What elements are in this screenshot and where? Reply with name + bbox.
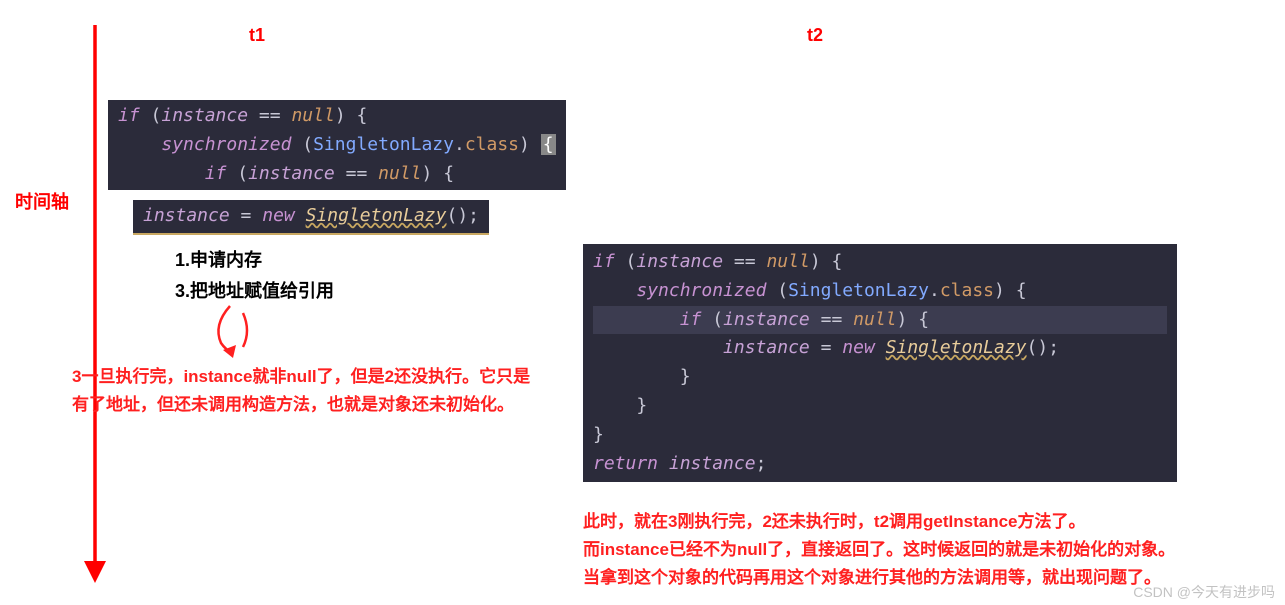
t2-label: t2: [807, 25, 823, 46]
execution-steps: 1.申请内存 3.把地址赋值给引用: [175, 245, 334, 306]
curved-arrow-icon: [195, 303, 265, 363]
code-block-t1-assign: instance = new SingletonLazy();: [133, 200, 489, 235]
step-3: 3.把地址赋值给引用: [175, 276, 334, 307]
step-1: 1.申请内存: [175, 245, 334, 276]
code-block-t2: if (instance == null) { synchronized (Si…: [583, 244, 1177, 482]
time-axis-label: 时间轴: [15, 188, 69, 214]
time-axis-arrow: [80, 25, 110, 585]
watermark: CSDN @今天有进步吗: [1133, 582, 1275, 602]
t1-label: t1: [249, 25, 265, 46]
note-t2: 此时，就在3刚执行完，2还未执行时，t2调用getInstance方法了。 而i…: [583, 508, 1175, 592]
code-block-t1-check: if (instance == null) { synchronized (Si…: [108, 100, 566, 190]
note-t1: 3一旦执行完，instance就非null了，但是2还没执行。它只是 有了地址，…: [72, 363, 530, 419]
